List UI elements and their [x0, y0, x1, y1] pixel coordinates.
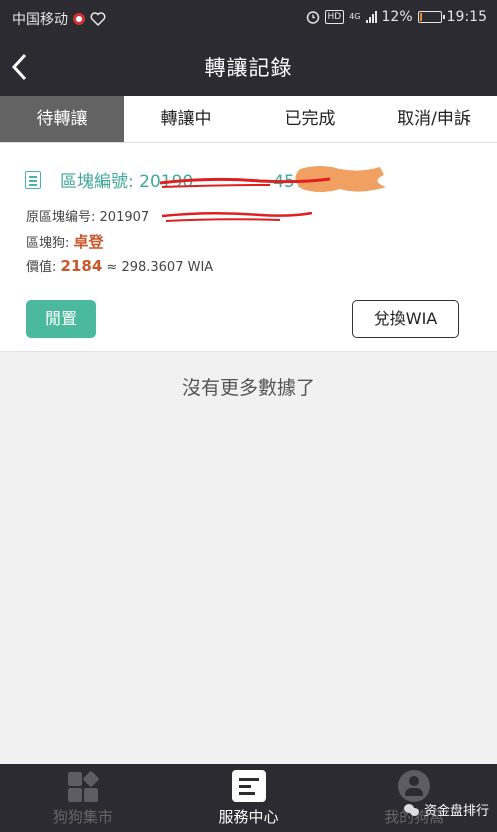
- redaction-scribble: [161, 211, 313, 222]
- app-notification-icon: [73, 13, 85, 25]
- signal-icon: [365, 11, 377, 23]
- original-block-number-value: 201907: [99, 210, 150, 225]
- battery-icon: [417, 11, 445, 23]
- block-dog-label: 區塊狗:: [26, 236, 70, 251]
- carrier-label: 中国移动: [12, 12, 68, 28]
- clock: 19:15: [446, 9, 487, 25]
- block-number-label: 區塊編號:: [60, 172, 134, 192]
- user-icon: [398, 770, 431, 802]
- document-icon: [25, 171, 41, 189]
- tab-bar: 待轉讓 轉讓中 已完成 取消/申訴: [0, 96, 497, 143]
- no-more-data-text: 沒有更多數據了: [181, 377, 315, 399]
- tab-pending[interactable]: 待轉讓: [0, 96, 124, 142]
- price-label: 價值:: [26, 260, 57, 275]
- network-type-label: 4G: [349, 12, 361, 21]
- price-row: 價值: 2184 ≈ 298.3607 WIA: [26, 256, 213, 275]
- transfer-record-card: 區塊編號: 20190 457 原區塊编号: 201907 區塊狗: 卓登 價值:…: [0, 143, 497, 352]
- original-block-number-row: 原區塊编号: 201907: [26, 206, 149, 225]
- alarm-icon: [306, 11, 319, 24]
- price-value: 2184: [60, 257, 103, 275]
- nav-item-dog-market[interactable]: 狗狗集市: [0, 764, 166, 832]
- block-dog-row: 區塊狗: 卓登: [26, 231, 104, 252]
- grid-icon: [66, 770, 100, 804]
- page-title: 轉讓記錄: [204, 56, 293, 80]
- watermark-text: 资金盘排行: [423, 804, 489, 819]
- tab-cancelled-appeal[interactable]: 取消/申訴: [372, 96, 496, 142]
- card-icon: [231, 770, 266, 802]
- price-approx-wia: ≈ 298.3607 WIA: [106, 260, 214, 275]
- battery-level-fill: [419, 13, 422, 21]
- tab-completed[interactable]: 已完成: [248, 96, 372, 142]
- status-bar: 中国移动 HD 4G 12% 19:15: [0, 0, 497, 36]
- exchange-wia-button[interactable]: 兌換WIA: [352, 300, 459, 338]
- bottom-nav: 狗狗集市 服務中心 我的狗窩: [0, 764, 497, 832]
- heart-icon: [90, 12, 106, 26]
- nav-item-label: 服務中心: [218, 808, 279, 826]
- watermark: 资金盘排行: [403, 800, 489, 819]
- tab-in-progress[interactable]: 轉讓中: [124, 96, 248, 142]
- app-header: 轉讓記錄: [0, 36, 497, 96]
- block-dog-name: 卓登: [73, 233, 104, 251]
- wechat-icon: [403, 803, 420, 817]
- nav-item-my-kennel[interactable]: 我的狗窩: [331, 764, 497, 832]
- hd-icon: HD: [324, 10, 345, 24]
- nav-item-service-center[interactable]: 服務中心: [166, 764, 332, 832]
- nav-item-label: 狗狗集市: [52, 808, 113, 826]
- battery-percent: 12%: [381, 9, 413, 25]
- idle-button[interactable]: 閒置: [26, 300, 96, 338]
- redaction-scribble: [159, 166, 386, 192]
- original-block-number-label: 原區塊编号:: [26, 210, 96, 225]
